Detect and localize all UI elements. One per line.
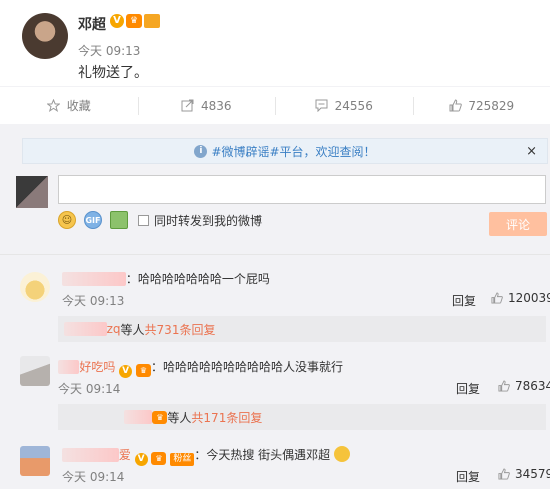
thumbs-up-icon (498, 468, 510, 480)
image-icon[interactable] (110, 211, 128, 229)
comment-count: 24556 (334, 98, 373, 113)
share-button[interactable]: 4836 (137, 87, 276, 124)
thumbs-up-icon (491, 292, 503, 304)
reply-button[interactable]: 回复 (452, 292, 476, 309)
forward-option[interactable]: 同时转发到我的微博 (138, 212, 262, 229)
thumbs-up-icon (448, 99, 462, 113)
emoji-icon[interactable]: ☺ (58, 211, 76, 229)
sub-reply-author[interactable]: xxxx (124, 410, 153, 424)
verified-icon: V (134, 453, 148, 466)
star-icon (47, 99, 61, 113)
like-button[interactable]: 725829 (412, 87, 550, 124)
info-icon: i (194, 144, 208, 158)
vip-icon (144, 14, 160, 28)
sub-reply-count-link[interactable]: 共171条回复 (191, 409, 262, 426)
verified-icon: V (110, 14, 124, 28)
reply-button[interactable]: 回复 (456, 468, 480, 485)
comment-time[interactable]: 今天 09:14 (58, 380, 120, 397)
comment-body: xxxxxxxxx：哈哈哈哈哈哈哈一个屁吗 (62, 270, 270, 287)
comment-button[interactable]: 24556 (275, 87, 413, 124)
comments-panel: i #微博辟谣#平台，欢迎查阅！ × ☺ GIF 同时转发到我的微博 评论 xx… (0, 124, 550, 489)
like-count: 725829 (468, 98, 515, 113)
comment-icon (315, 99, 329, 113)
doge-emoji-icon (333, 446, 350, 462)
author-avatar[interactable] (22, 13, 68, 59)
comment-body: xxxxxxxx爱 V ♛ 粉丝：今天热搜 街头偶遇邓超 (62, 446, 350, 466)
sub-reply-author[interactable]: xxxxxx (64, 322, 107, 336)
comment-author[interactable]: xxx (58, 360, 80, 374)
share-icon (181, 99, 195, 113)
composer-tools: ☺ GIF 同时转发到我的微博 (58, 211, 262, 229)
sub-replies-summary[interactable]: xxxx ♛ 等人 共171条回复 (58, 404, 546, 430)
comment-body: xxx好吃吗 V ♛：哈哈哈哈哈哈哈哈哈哈人没事就行 (58, 358, 343, 378)
crown-icon: ♛ (135, 364, 151, 377)
verified-icon: V (119, 365, 133, 378)
rumor-notice: i #微博辟谣#平台，欢迎查阅！ × (22, 138, 548, 164)
comment-like-count: 34579 (515, 467, 550, 481)
comment-time[interactable]: 今天 09:13 (62, 292, 124, 309)
action-bar: 收藏 4836 24556 725829 (0, 86, 550, 124)
comment-like-button[interactable]: 78634 (498, 379, 550, 393)
post-time[interactable]: 今天 09:13 (78, 42, 140, 59)
thumbs-up-icon (498, 380, 510, 392)
comment-like-count: 78634 (515, 379, 550, 393)
comment-author[interactable]: xxxxxxxxx (62, 272, 126, 286)
submit-comment-button[interactable]: 评论 (489, 212, 547, 236)
post-text: 礼物送了。 (78, 65, 148, 81)
author-name[interactable]: 邓超 (78, 14, 106, 34)
comment-input[interactable] (58, 175, 546, 204)
share-count: 4836 (200, 98, 232, 113)
gif-icon[interactable]: GIF (84, 211, 102, 229)
comment-like-button[interactable]: 34579 (498, 467, 550, 481)
comment-text: ：哈哈哈哈哈哈哈一个屁吗 (125, 272, 270, 286)
comment-time[interactable]: 今天 09:14 (62, 468, 124, 485)
comment-like-button[interactable]: 120039 (491, 291, 550, 305)
forward-checkbox[interactable] (138, 214, 149, 226)
fan-badge: 粉丝 (170, 453, 195, 466)
crown-icon: ♛ (126, 14, 142, 28)
reply-button[interactable]: 回复 (456, 380, 480, 397)
crown-icon: ♛ (152, 410, 168, 424)
divider (0, 254, 550, 255)
comment-avatar[interactable] (20, 446, 50, 476)
comment-avatar[interactable] (20, 356, 50, 386)
rumor-notice-link[interactable]: #微博辟谣#平台，欢迎查阅！ (211, 143, 375, 160)
close-icon[interactable]: × (526, 144, 537, 159)
sub-replies-summary[interactable]: xxxxxxzq 等人 共731条回复 (58, 316, 546, 342)
comment-like-count: 120039 (508, 291, 550, 305)
comment-avatar[interactable] (20, 272, 50, 302)
crown-icon: ♛ (151, 452, 167, 465)
favorite-label: 收藏 (66, 99, 91, 113)
sub-reply-count-link[interactable]: 共731条回复 (145, 321, 216, 338)
comment-author[interactable]: xxxxxxxx (62, 448, 119, 462)
author-badges: V ♛ (110, 14, 160, 28)
favorite-button[interactable]: 收藏 (0, 87, 138, 124)
post-card: 邓超 V ♛ 今天 09:13 礼物送了。 (0, 0, 550, 85)
current-user-avatar (16, 176, 48, 208)
forward-label: 同时转发到我的微博 (154, 213, 263, 228)
